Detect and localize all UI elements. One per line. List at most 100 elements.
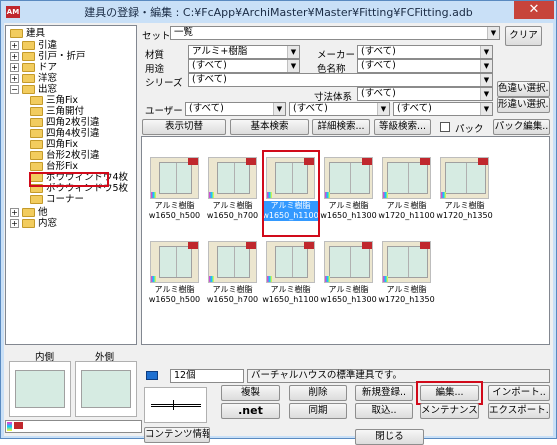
fitting-size: w1650_h500 (148, 295, 201, 304)
fitting-material: アルミ樹脂 (386, 285, 427, 294)
export-button[interactable]: エクスポート.. (488, 403, 550, 419)
equal-search-button[interactable]: 等級検索... (374, 119, 431, 135)
tree-root[interactable]: 建具 (8, 28, 128, 40)
display-toggle-button[interactable]: 表示切替 (142, 119, 226, 135)
set-select[interactable]: 一覧 ▼ (170, 26, 500, 40)
chevron-down-icon: ▼ (287, 46, 299, 58)
series-value: (すべて) (192, 74, 227, 85)
series-select[interactable]: (すべて) ▼ (188, 73, 493, 87)
folder-icon (30, 96, 43, 105)
user-value-2: (すべて) (293, 103, 328, 114)
window-pane-icon (159, 246, 192, 278)
item-grid[interactable]: アルミ樹脂 w1650_h500 アルミ樹脂 w1650_h700 アルミ樹脂 w1650… (141, 136, 550, 345)
fitting-type-icon (362, 158, 372, 165)
fitting-item[interactable]: アルミ樹脂 w1650_h500 (146, 235, 203, 317)
tree-item[interactable]: + 内窓 (6, 218, 136, 230)
shape-variant-button[interactable]: 形違い選択.. (497, 97, 550, 113)
chevron-down-icon: ▼ (480, 88, 492, 100)
chevron-down-icon: ▼ (480, 103, 492, 115)
series-label: シリーズ (145, 78, 183, 89)
fitting-caption: アルミ樹脂 w1650_h700 (204, 201, 261, 221)
folder-icon (30, 129, 43, 138)
folder-icon (22, 74, 35, 83)
expand-icon[interactable]: + (10, 52, 19, 61)
expand-icon[interactable]: + (10, 74, 19, 83)
expand-icon[interactable]: + (10, 41, 19, 50)
folder-icon (30, 151, 43, 160)
collapse-icon[interactable]: − (10, 85, 19, 94)
fitting-item[interactable]: アルミ樹脂 w1720_h1100 (378, 151, 435, 233)
folder-icon (30, 195, 43, 204)
fitting-size: w1650_h1300 (320, 295, 377, 304)
detail-search-button[interactable]: 詳細検索... (312, 119, 370, 135)
fitting-size: w1720_h1350 (378, 295, 435, 304)
dimension-value: (すべて) (361, 88, 396, 99)
fetch-button[interactable]: 取込.. (355, 403, 413, 419)
color-swatch-icon (383, 276, 388, 282)
fitting-item[interactable]: アルミ樹脂 w1720_h1350 (436, 151, 493, 233)
set-value: 一覧 (174, 27, 194, 38)
net-button[interactable]: .net (221, 403, 280, 419)
fitting-item[interactable]: アルミ樹脂 w1650_h700 (204, 235, 261, 317)
fitting-item[interactable]: アルミ樹脂 w1650_h500 (146, 151, 203, 233)
maintenance-button[interactable]: メンテナンス.. (420, 403, 479, 419)
color-swatch-icon (441, 192, 446, 198)
user-select-3[interactable]: (すべて) ▼ (393, 102, 493, 116)
color-swatch-icon (151, 192, 156, 198)
expand-icon[interactable]: + (10, 208, 19, 217)
tree-root-label: 建具 (26, 28, 46, 39)
monitor-icon[interactable] (146, 371, 158, 380)
tree-item[interactable]: コーナー (6, 194, 136, 206)
fitting-thumbnail (266, 241, 315, 283)
fitting-item[interactable]: アルミ樹脂 w1650_h1300 (320, 151, 377, 233)
clear-button[interactable]: クリア (505, 26, 542, 46)
dialog-client: 建具 + 引違 + 引戸・折戸 + ドア + 洋窓 − 出窓 三角Fix 三角開付 四角2枚引違 四角4枚… (4, 23, 553, 445)
new-register-button[interactable]: 新規登録.. (355, 385, 413, 401)
basic-search-button[interactable]: 基本検索 (230, 119, 309, 135)
copy-button[interactable]: 複製 (221, 385, 280, 401)
sync-button[interactable]: 同期 (289, 403, 347, 419)
fitting-type-icon (188, 242, 198, 249)
close-button[interactable]: 閉じる (355, 429, 424, 445)
fitting-size: w1650_h500 (148, 211, 201, 220)
category-tree[interactable]: 建具 + 引違 + 引戸・折戸 + ドア + 洋窓 − 出窓 三角Fix 三角開付 四角2枚引違 四角4枚… (5, 25, 137, 345)
pack-checkbox[interactable] (440, 122, 450, 132)
window-pane-icon (329, 246, 370, 278)
fitting-size: w1650_h1300 (320, 211, 377, 220)
close-window-button[interactable]: ✕ (514, 1, 554, 19)
expand-icon[interactable]: + (10, 219, 19, 228)
color-variant-button[interactable]: 色違い選択.. (497, 81, 550, 97)
fitting-item[interactable]: アルミ樹脂 w1650_h1300 (320, 235, 377, 317)
user-select-2[interactable]: (すべて) ▼ (289, 102, 390, 116)
delete-button[interactable]: 削除 (289, 385, 347, 401)
expand-icon[interactable]: + (10, 63, 19, 72)
fitting-caption: アルミ樹脂 w1650_h1100 (262, 285, 319, 305)
import-button[interactable]: インポート.. (488, 385, 550, 401)
window-pane-icon (445, 162, 486, 194)
fitting-size: w1720_h1100 (378, 211, 435, 220)
fitting-item[interactable]: アルミ樹脂 w1650_h700 (204, 151, 261, 233)
fitting-item[interactable]: アルミ樹脂 w1720_h1350 (378, 235, 435, 317)
dimension-select[interactable]: (すべて) ▼ (357, 87, 493, 101)
mullion-line (176, 163, 177, 193)
chevron-down-icon: ▼ (377, 103, 389, 115)
maker-select[interactable]: (すべて) ▼ (357, 45, 493, 59)
pack-edit-button[interactable]: パック編集.. (493, 119, 550, 135)
usage-select[interactable]: (すべて) ▼ (188, 59, 300, 73)
fitting-item[interactable]: アルミ樹脂 w1650_h1100 (262, 235, 319, 317)
usage-value: (すべて) (192, 60, 227, 71)
fitting-material: アルミ樹脂 (154, 285, 195, 294)
window-pane-icon (217, 162, 250, 194)
fitting-material: アルミ樹脂 (328, 285, 369, 294)
color-select[interactable]: (すべて) ▼ (357, 59, 493, 73)
fitting-material: アルミ樹脂 (154, 201, 195, 210)
user-select-1[interactable]: (すべて) ▼ (185, 102, 286, 116)
material-select[interactable]: アルミ+樹脂 ▼ (188, 45, 300, 59)
content-info-button[interactable]: コンテンツ情報.. (144, 427, 210, 443)
folder-icon (22, 219, 35, 228)
fitting-caption: アルミ樹脂 w1650_h1300 (320, 201, 377, 221)
window-pane-icon (159, 162, 192, 194)
fitting-thumbnail (324, 241, 373, 283)
bottom-panel: 内側 外側 12個 バーチャルハウスの標準建具です。 コンテンツ情報.. 複製 … (4, 347, 553, 445)
color-swatch-icon (383, 192, 388, 198)
